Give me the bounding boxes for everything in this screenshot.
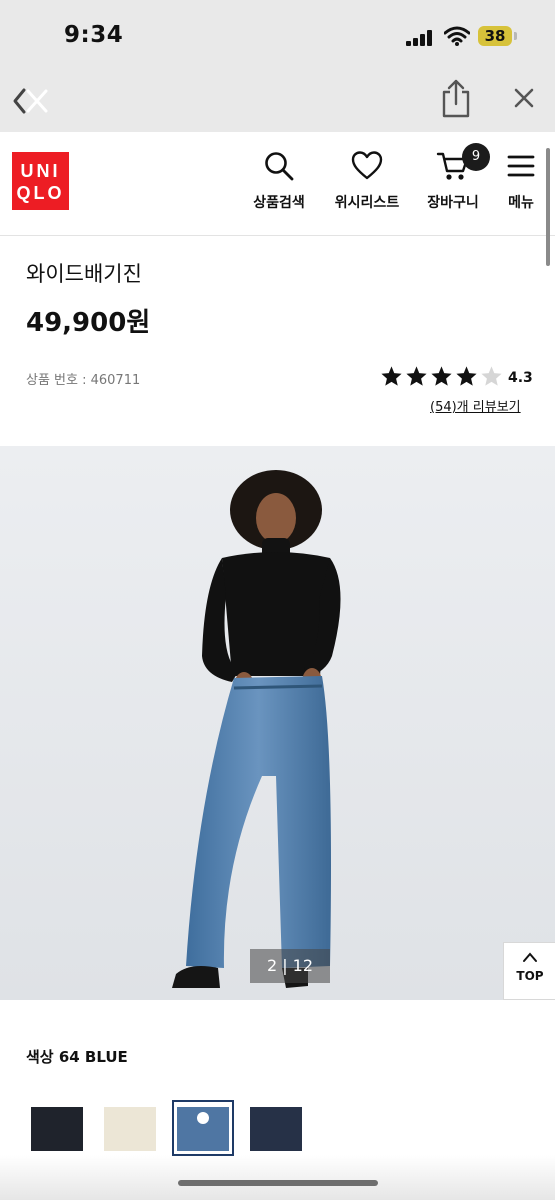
search-icon xyxy=(265,152,294,181)
hamburger-menu-icon xyxy=(507,155,535,177)
selected-indicator-dot xyxy=(197,1112,209,1124)
chevron-up-icon xyxy=(523,952,537,962)
back-close-icon[interactable] xyxy=(12,84,52,118)
nav-search[interactable]: 상품검색 xyxy=(248,150,310,212)
nav-cart-label: 장바구니 xyxy=(427,195,479,211)
nav-menu[interactable]: 메뉴 xyxy=(504,150,538,212)
status-bar: 9:34 38 xyxy=(0,0,555,70)
page-scrollbar[interactable] xyxy=(546,148,550,266)
battery-level: 38 xyxy=(484,27,506,45)
top-label: TOP xyxy=(516,969,544,983)
browser-toolbar xyxy=(0,70,555,132)
nav-menu-label: 메뉴 xyxy=(508,195,534,211)
logo-line-2: QLO xyxy=(16,183,65,203)
star-filled-icon xyxy=(456,366,477,386)
product-name: 와이드배기진 xyxy=(26,262,142,286)
status-time: 9:34 xyxy=(64,22,124,48)
color-swatch-navy[interactable] xyxy=(250,1107,302,1151)
rating-value: 4.3 xyxy=(508,370,533,386)
site-header: UNI QLO 상품검색 위시리스트 장바구니 9 메뉴 xyxy=(0,132,555,236)
star-filled-icon xyxy=(381,366,402,386)
home-indicator[interactable] xyxy=(178,1180,378,1186)
logo-line-1: UNI xyxy=(20,161,61,181)
star-filled-icon xyxy=(431,366,452,386)
uniqlo-logo[interactable]: UNI QLO xyxy=(12,152,69,210)
cart-count-badge: 9 xyxy=(462,143,490,171)
wifi-icon xyxy=(444,26,470,46)
color-swatch-off-white[interactable] xyxy=(104,1107,156,1151)
close-icon[interactable] xyxy=(512,86,536,110)
share-icon[interactable] xyxy=(440,78,472,118)
nav-wishlist[interactable]: 위시리스트 xyxy=(326,150,408,212)
star-filled-icon xyxy=(406,366,427,386)
battery-indicator: 38 xyxy=(478,26,512,46)
model-wearing-jeans-image xyxy=(0,446,555,1000)
product-code: 상품 번호 : 460711 xyxy=(26,373,141,388)
image-counter: 2 | 12 xyxy=(250,949,330,983)
battery-cap xyxy=(514,32,517,40)
color-label: 색상 64 BLUE xyxy=(26,1048,128,1066)
product-price: 49,900원 xyxy=(26,308,151,338)
review-link[interactable]: (54)개 리뷰보기 xyxy=(430,396,521,415)
nav-search-label: 상품검색 xyxy=(253,195,305,211)
nav-wishlist-label: 위시리스트 xyxy=(334,195,400,211)
bottom-fade xyxy=(0,1155,555,1200)
rating-stars xyxy=(380,365,505,391)
product-image[interactable] xyxy=(0,446,555,1000)
selected-swatch-frame xyxy=(172,1100,234,1156)
heart-icon xyxy=(351,151,383,180)
star-empty-icon xyxy=(481,366,502,386)
cellular-signal-icon xyxy=(406,30,434,46)
scroll-to-top-button[interactable]: TOP xyxy=(503,942,555,1000)
color-swatch-black[interactable] xyxy=(31,1107,83,1151)
